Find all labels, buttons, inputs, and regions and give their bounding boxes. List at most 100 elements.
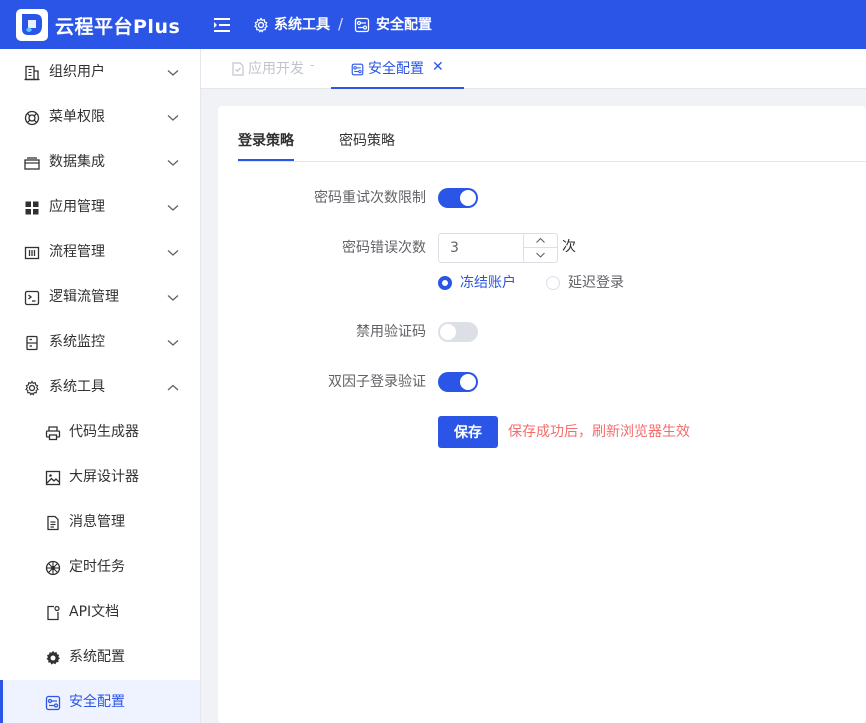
error-count-label: 密码错误次数 <box>342 240 426 256</box>
cog-icon <box>46 650 60 665</box>
chevron-down-icon <box>167 160 179 166</box>
sidebar-subitem-message-management[interactable]: 消息管理 <box>0 500 200 545</box>
menu-fold-icon[interactable] <box>212 15 232 35</box>
sidebar-item-label: 数据集成 <box>49 154 105 170</box>
sidebar-subitem-scheduled-tasks[interactable]: 定时任务 <box>0 545 200 590</box>
chevron-up-icon <box>167 384 179 391</box>
active-indicator <box>0 680 3 723</box>
security-config-icon <box>354 17 370 33</box>
image-icon <box>45 470 61 486</box>
radio-label: 延迟登录 <box>568 275 624 291</box>
save-button[interactable]: 保存 <box>438 416 498 448</box>
disable-captcha-label: 禁用验证码 <box>356 324 426 340</box>
retry-limit-switch[interactable] <box>438 188 478 208</box>
sidebar-item-label: 流程管理 <box>49 244 105 260</box>
sidebar-item-label: 代码生成器 <box>69 424 139 440</box>
tab-login-policy[interactable]: 登录策略 <box>238 131 294 151</box>
decrement-button[interactable] <box>524 248 557 262</box>
security-config-icon <box>45 695 61 711</box>
sidebar-item-app-management[interactable]: 应用管理 <box>0 185 200 230</box>
radio-label: 冻结账户 <box>460 275 516 291</box>
building-icon <box>24 65 40 81</box>
gear-icon <box>25 380 39 396</box>
breadcrumb-item-security[interactable]: 安全配置 <box>376 15 432 35</box>
chevron-down-icon <box>167 115 179 121</box>
server-icon <box>26 335 38 351</box>
sidebar-item-label: API文档 <box>69 604 120 620</box>
chevron-down-icon <box>167 250 179 256</box>
top-header: 云程平台Plus 系统工具 / 安全配置 <box>0 0 866 49</box>
save-hint-text: 保存成功后，刷新浏览器生效 <box>508 424 690 440</box>
two-factor-label: 双因子登录验证 <box>328 374 426 390</box>
breadcrumb-separator: / <box>338 15 344 33</box>
app-logo[interactable] <box>16 9 48 41</box>
switch-knob <box>460 374 476 390</box>
two-factor-switch[interactable] <box>438 372 478 392</box>
sidebar-subitem-screen-designer[interactable]: 大屏设计器 <box>0 455 200 500</box>
content-card: 登录策略 密码策略 密码重试次数限制 密码错误次数 3 次 冻结账户 延迟登录 … <box>218 106 866 723</box>
grid-icon <box>25 201 39 215</box>
app-title: 云程平台Plus <box>55 16 181 38</box>
sidebar-subitem-api-docs[interactable]: API文档 <box>0 590 200 635</box>
lifebuoy-icon <box>24 110 40 126</box>
chevron-down-icon <box>167 205 179 211</box>
radio-dot <box>438 276 452 290</box>
chevron-down-icon <box>167 295 179 301</box>
stepper-controls <box>523 234 557 262</box>
sidebar-item-label: 系统工具 <box>49 379 105 395</box>
sidebar-item-label: 安全配置 <box>69 694 125 710</box>
sidebar-item-label: 菜单权限 <box>49 109 105 125</box>
sidebar-item-system-tools[interactable]: 系统工具 <box>0 365 200 410</box>
sidebar: 组织用户 菜单权限 数据集成 应用管理 流程管理 逻辑流管理 系统监控 系统工具… <box>0 49 201 723</box>
columns-icon <box>24 246 40 260</box>
sidebar-item-label: 逻辑流管理 <box>49 289 119 305</box>
sidebar-item-org-users[interactable]: 组织用户 <box>0 50 200 95</box>
sidebar-item-data-integration[interactable]: 数据集成 <box>0 140 200 185</box>
breadcrumb-item-tools[interactable]: 系统工具 <box>274 15 330 35</box>
sidebar-subitem-system-config[interactable]: 系统配置 <box>0 635 200 680</box>
sidebar-item-menu-permissions[interactable]: 菜单权限 <box>0 95 200 140</box>
error-count-stepper[interactable]: 3 <box>438 233 558 263</box>
error-count-unit: 次 <box>562 239 576 255</box>
close-icon[interactable]: ✕ <box>432 58 444 76</box>
active-tab-underline <box>238 159 294 161</box>
content-tabs: 登录策略 密码策略 <box>238 106 866 162</box>
switch-knob <box>440 324 456 340</box>
sidebar-item-logic-flow[interactable]: 逻辑流管理 <box>0 275 200 320</box>
sidebar-item-system-monitor[interactable]: 系统监控 <box>0 320 200 365</box>
switch-knob <box>460 190 476 206</box>
sidebar-item-label: 大屏设计器 <box>69 469 139 485</box>
increment-button[interactable] <box>524 234 557 248</box>
sidebar-subitem-security-config[interactable]: 安全配置 <box>0 680 200 723</box>
clock-wheel-icon <box>45 560 61 576</box>
sidebar-item-label: 消息管理 <box>69 514 125 530</box>
gear-icon <box>254 17 268 33</box>
sidebar-item-label: 应用管理 <box>49 199 105 215</box>
tab-label: 应用开发 <box>248 61 304 77</box>
security-config-icon <box>351 63 364 76</box>
sidebar-item-process-management[interactable]: 流程管理 <box>0 230 200 275</box>
logo-icon <box>22 14 42 35</box>
tab-password-policy[interactable]: 密码策略 <box>339 131 395 151</box>
disable-captcha-switch[interactable] <box>438 322 478 342</box>
tab-security-config[interactable]: 安全配置 ✕ <box>331 49 464 89</box>
radio-dot <box>546 276 560 290</box>
sidebar-item-label: 组织用户 <box>49 64 105 80</box>
sidebar-item-label: 定时任务 <box>69 559 125 575</box>
sidebar-subitem-code-generator[interactable]: 代码生成器 <box>0 410 200 455</box>
printer-icon <box>45 426 61 441</box>
tray-icon <box>24 157 40 170</box>
error-count-value[interactable]: 3 <box>450 239 459 257</box>
sidebar-item-label: 系统监控 <box>49 334 105 350</box>
checklist-icon <box>232 62 244 76</box>
tab-label: 安全配置 <box>368 61 424 77</box>
page-tabs-bar: 应用开发 - 安全配置 ✕ <box>201 49 866 89</box>
tab-suffix: - <box>310 58 315 72</box>
sidebar-item-label: 系统配置 <box>69 649 125 665</box>
chevron-down-icon <box>536 252 545 258</box>
chevron-up-icon <box>536 237 545 243</box>
api-doc-icon <box>47 605 60 621</box>
chevron-down-icon <box>167 340 179 346</box>
retry-limit-label: 密码重试次数限制 <box>314 190 426 206</box>
document-icon <box>47 515 59 531</box>
